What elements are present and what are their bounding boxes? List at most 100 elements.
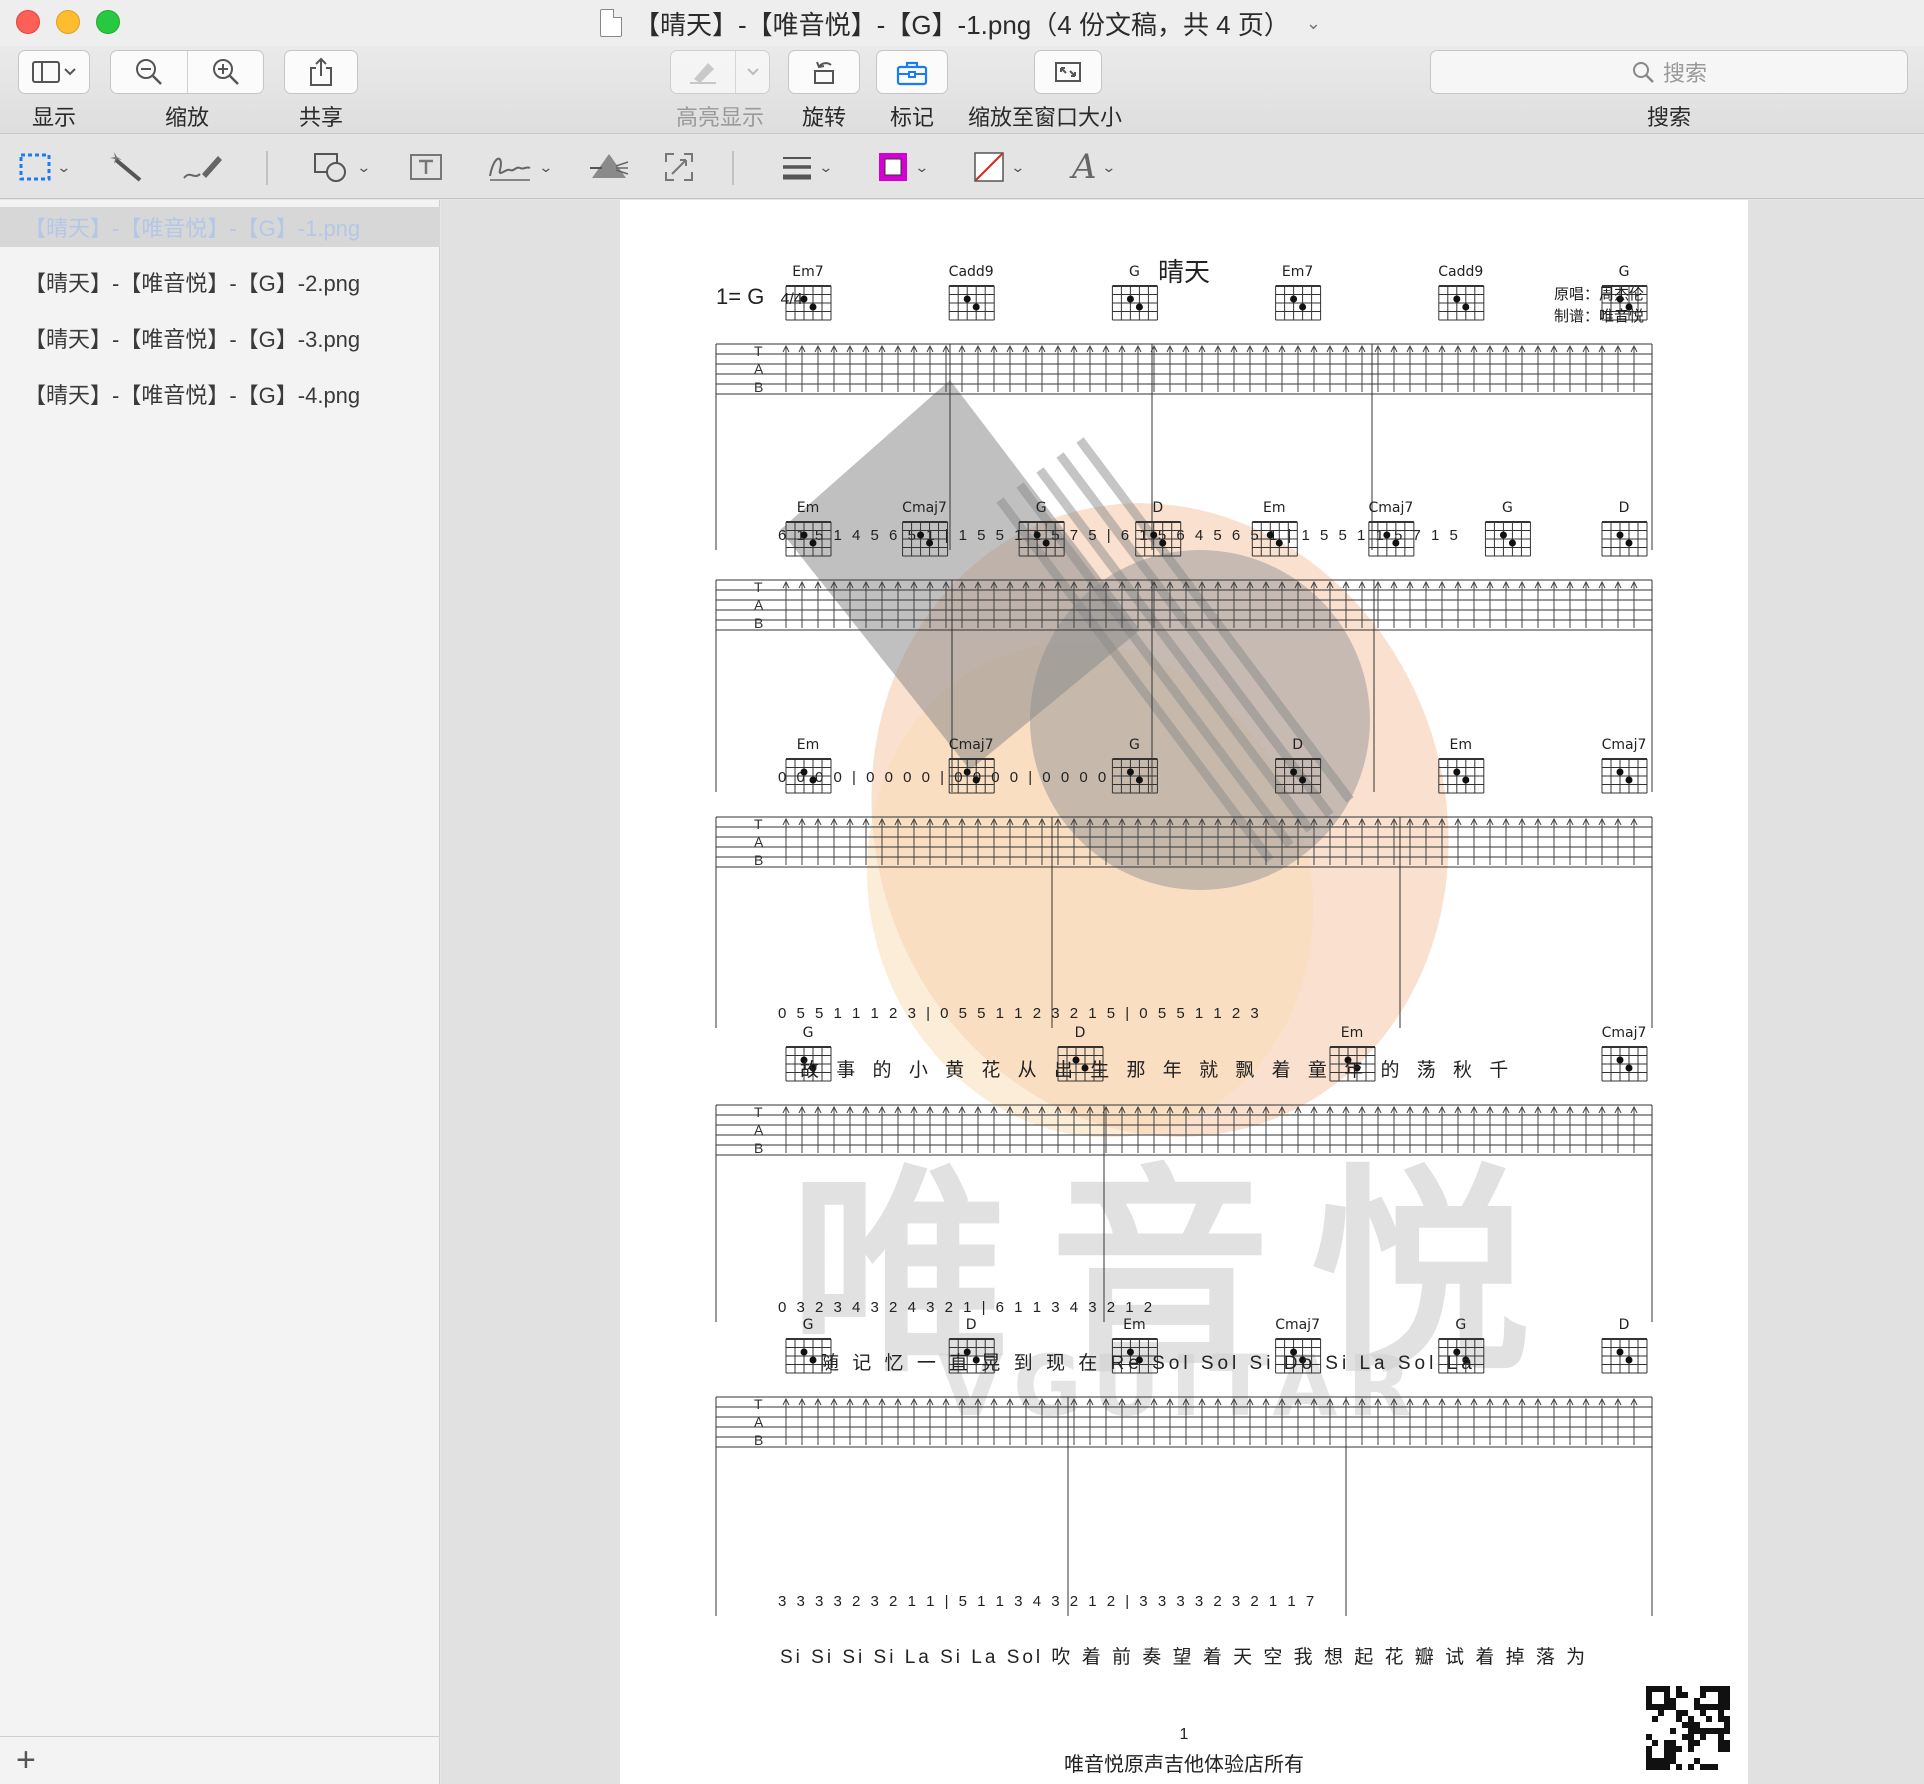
key-text: 1= G	[716, 284, 765, 309]
shapes-button[interactable]: ⌄	[312, 147, 371, 187]
zoom-in-icon	[212, 59, 239, 85]
sidebar-item-page-1[interactable]: 【晴天】-【唯音悦】-【G】-1.png	[0, 207, 440, 247]
sidebar-item-page-3[interactable]: 【晴天】-【唯音悦】-【G】-3.png	[0, 318, 440, 358]
window-title[interactable]: 【晴天】-【唯音悦】-【G】-1.png（4 份文稿，共 4 页） ⌄	[600, 6, 1321, 40]
shapes-icon	[314, 153, 346, 182]
chord-name: Cmaj7	[1602, 737, 1647, 753]
search-field[interactable]: 搜索	[1430, 50, 1908, 94]
markup-label: 标记	[889, 105, 934, 130]
tab-clef-letter: B	[754, 1432, 763, 1448]
tab-clef-letter: A	[754, 1122, 764, 1138]
rotate-button[interactable]	[789, 51, 859, 93]
chord-name: Em	[1450, 737, 1472, 753]
document-icon	[600, 9, 622, 37]
sidebar-footer: +	[0, 1736, 440, 1784]
sidebar-item-label: 【晴天】-【唯音悦】-【G】-2.png	[24, 271, 361, 296]
view-label: 显示	[31, 105, 76, 130]
tab-clef-letter: T	[754, 343, 763, 359]
share-button[interactable]	[285, 51, 357, 93]
sidebar-toggle-button[interactable]	[19, 51, 89, 93]
shape-style-button[interactable]: ⌄	[780, 147, 834, 187]
time-signature: 4/4	[780, 291, 803, 308]
credit-singer: 原唱：周杰伦	[1554, 286, 1645, 303]
chevron-down-icon	[746, 68, 759, 76]
tab-clef-letter: B	[754, 852, 763, 868]
fill-color-icon	[974, 152, 1004, 182]
zoom-window-button[interactable]	[96, 10, 120, 34]
chord-name: Cmaj7	[1602, 1025, 1647, 1041]
chord-name: G	[1502, 500, 1513, 516]
zoom-label: 缩放	[164, 105, 209, 130]
chord-name: Cmaj7	[902, 500, 947, 516]
rotate-group: 旋转	[788, 50, 860, 132]
selection-tool-button[interactable]: ⌄	[18, 147, 71, 187]
text-style-button[interactable]: A ⌄	[1072, 147, 1116, 187]
markup-toolbar-button[interactable]	[877, 51, 947, 93]
lyrics-system-4: 随 记 忆 一 直 晃 到 现 在 Re Sol Sol Si Do Si La…	[820, 1353, 1476, 1374]
chord-name: Em	[797, 500, 819, 516]
add-icon[interactable]: +	[16, 1743, 36, 1777]
chord-name: G	[1455, 1317, 1466, 1333]
chord-diagram: D	[1601, 1317, 1648, 1374]
share-icon	[310, 57, 332, 86]
close-window-button[interactable]	[16, 10, 40, 34]
sketch-tool-button[interactable]	[180, 147, 224, 187]
sidebar-icon	[32, 61, 76, 83]
chord-name: G	[1036, 500, 1047, 516]
chevron-down-icon: ⌄	[818, 158, 834, 175]
chord-name: D	[1075, 1025, 1086, 1041]
document-viewer[interactable]: 唯音悦 VGUITAR Em7 Cadd9 G Em7 Cadd9 G T A B 6 1 5 1…	[441, 200, 1924, 1784]
chord-diagram: Cmaj7	[1601, 737, 1648, 794]
chord-name: Em	[1263, 500, 1285, 516]
page-number: 1	[1179, 1726, 1189, 1743]
title-bar: 【晴天】-【唯音悦】-【G】-1.png（4 份文稿，共 4 页） ⌄	[0, 0, 1924, 46]
chord-diagram: G	[1484, 500, 1531, 557]
signature-button[interactable]: ⌄	[486, 147, 554, 187]
chord-name: Em	[797, 737, 819, 753]
tab-clef-letter: T	[754, 579, 763, 595]
lyrics-system-3: 故 事 的 小 黄 花 从 出 生 那 年 就 飘 着 童 年 的 荡 秋 千	[800, 1060, 1515, 1081]
fit-label: 缩放至窗口大小	[968, 105, 1123, 130]
jianpu-numbers: 0 5 5 1 1 1 2 3 | 0 5 5 1 1 2 3 2 1 5 | …	[778, 1005, 1262, 1022]
zoom-out-icon	[136, 59, 162, 85]
chord-diagram: Em	[785, 737, 832, 794]
adjust-color-button[interactable]	[588, 147, 630, 187]
border-color-button[interactable]: ⌄	[876, 147, 929, 187]
instant-alpha-button[interactable]	[108, 147, 146, 187]
markup-group: 标记	[876, 50, 948, 132]
chord-name: Em	[1123, 1317, 1145, 1333]
share-label: 共享	[298, 105, 343, 130]
chord-name: Cmaj7	[1275, 1317, 1320, 1333]
sketch-icon	[183, 156, 222, 179]
jianpu-numbers: 6 1 5 1 4 5 6 5 1 | 1 5 5 1 1 5 7 5 | 6 …	[778, 527, 1461, 544]
adjust-size-icon	[665, 153, 693, 181]
chord-diagram: Em	[1438, 737, 1485, 794]
sheet-page: 唯音悦 VGUITAR Em7 Cadd9 G Em7 Cadd9 G T A B 6 1 5 1…	[620, 200, 1748, 1784]
sidebar-item-page-4[interactable]: 【晴天】-【唯音悦】-【G】-4.png	[0, 374, 440, 414]
tab-clef-letter: T	[754, 1396, 763, 1412]
search-label: 搜索	[1646, 105, 1691, 130]
fit-window-button[interactable]	[1035, 51, 1101, 93]
adjust-size-button[interactable]	[662, 147, 696, 187]
highlight-menu-button[interactable]	[735, 51, 769, 93]
search-placeholder: 搜索	[1662, 61, 1707, 86]
sidebar-item-page-2[interactable]: 【晴天】-【唯音悦】-【G】-2.png	[0, 262, 440, 302]
text-box-icon	[410, 154, 442, 180]
highlight-button[interactable]	[671, 51, 735, 93]
zoom-out-button[interactable]	[111, 51, 187, 93]
chevron-down-icon: ⌄	[1010, 158, 1026, 175]
toolbar: 显示 缩放 共享 高亮显示 旋转 标记 缩放至窗口大小 搜索 搜索	[0, 46, 1924, 134]
chevron-down-icon[interactable]: ⌄	[1306, 13, 1321, 34]
chevron-down-icon: ⌄	[538, 158, 554, 175]
resize-icon	[1054, 62, 1081, 82]
text-tool-button[interactable]	[408, 147, 444, 187]
search-icon	[1632, 62, 1654, 83]
chord-name: D	[1619, 1317, 1630, 1333]
tab-clef-letter: A	[754, 597, 764, 613]
share-group: 共享	[284, 50, 358, 132]
text-style-icon: A	[1072, 147, 1097, 187]
chord-diagram: Cmaj7	[1601, 1025, 1648, 1082]
zoom-in-button[interactable]	[187, 51, 263, 93]
fill-color-button[interactable]: ⌄	[972, 147, 1026, 187]
minimize-window-button[interactable]	[56, 10, 80, 34]
